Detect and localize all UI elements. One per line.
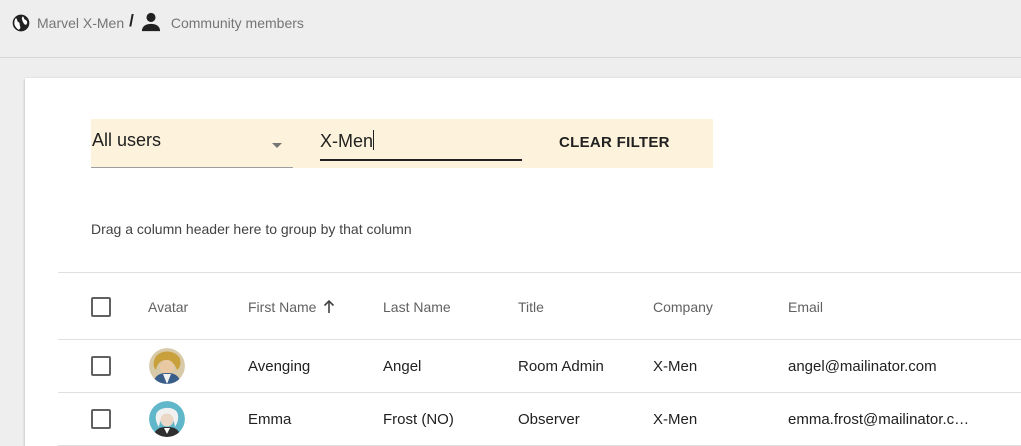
row-checkbox[interactable]: [91, 356, 111, 376]
table-row[interactable]: Avenging Angel Room Admin X-Men angel@ma…: [58, 340, 1021, 392]
user-filter-value: All users: [92, 130, 162, 150]
search-input[interactable]: X-Men: [320, 119, 522, 161]
grid-top-divider: [58, 272, 1021, 273]
search-input-value: X-Men: [320, 130, 375, 151]
company-cell: X-Men: [653, 410, 698, 428]
row-checkbox[interactable]: [91, 409, 111, 429]
avatar: [149, 348, 185, 384]
company-cell: X-Men: [653, 357, 698, 375]
column-header-avatar[interactable]: Avatar: [148, 281, 188, 333]
filter-bar: All users X-Men CLEAR FILTER: [91, 119, 713, 168]
last-name-cell: Frost (NO): [383, 410, 454, 428]
select-all-checkbox[interactable]: [91, 297, 111, 317]
column-header-title[interactable]: Title: [518, 281, 544, 333]
email-cell: emma.frost@mailinator.c…: [788, 410, 970, 428]
breadcrumb-community-link[interactable]: Marvel X-Men: [37, 13, 124, 33]
column-header-company[interactable]: Company: [653, 281, 713, 333]
person-icon: [141, 12, 160, 32]
title-cell: Observer: [518, 410, 580, 428]
globe-icon: [12, 14, 30, 32]
column-header-email[interactable]: Email: [788, 281, 823, 333]
members-card: All users X-Men CLEAR FILTER Drag a colu…: [25, 78, 1021, 446]
title-cell: Room Admin: [518, 357, 604, 375]
text-caret: [373, 130, 375, 150]
email-cell: angel@mailinator.com: [788, 357, 937, 375]
column-header-first-name-label: First Name: [248, 299, 317, 315]
dropdown-arrow-icon: [272, 143, 282, 148]
first-name-cell: Emma: [248, 410, 292, 428]
group-by-drop-zone[interactable]: Drag a column header here to group by th…: [91, 221, 412, 237]
row-select-cell: [91, 340, 111, 392]
grid-header-row: Avatar First Name Last Name Title Compan…: [58, 281, 1021, 333]
user-filter-select[interactable]: All users: [91, 119, 293, 168]
breadcrumb-current-page: Community members: [170, 15, 304, 31]
table-row[interactable]: Emma Frost (NO) Observer X-Men emma.fros…: [58, 393, 1021, 445]
column-header-first-name[interactable]: First Name: [248, 281, 335, 333]
breadcrumb-separator: /: [129, 11, 134, 30]
last-name-cell: Angel: [383, 357, 422, 375]
avatar-cell: [149, 393, 185, 445]
sort-ascending-icon: [324, 300, 335, 313]
avatar-cell: [149, 340, 185, 392]
clear-filter-button[interactable]: CLEAR FILTER: [559, 134, 670, 151]
row-select-cell: [91, 393, 111, 445]
avatar: [149, 401, 185, 437]
column-header-last-name[interactable]: Last Name: [383, 281, 451, 333]
breadcrumb: Marvel X-Men / Community members: [0, 0, 1021, 58]
select-all-cell: [91, 281, 111, 333]
first-name-cell: Avenging: [248, 357, 311, 375]
